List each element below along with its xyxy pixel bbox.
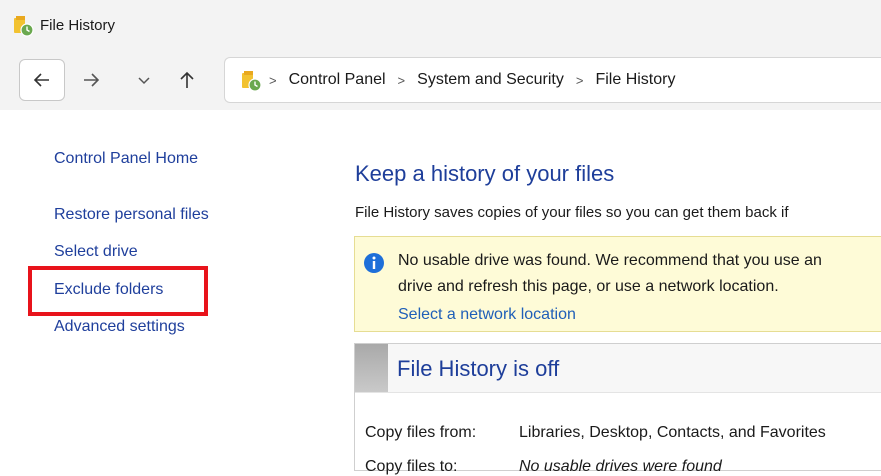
chevron-down-icon [138,77,150,85]
sidebar: Control Panel Home Restore personal file… [0,110,320,471]
arrow-right-icon [84,73,100,87]
status-panel: File History is off Copy files from: Lib… [354,343,881,475]
sidebar-item-advanced-settings[interactable]: Advanced settings [54,318,185,336]
breadcrumb-separator: > [269,72,277,88]
arrow-up-icon [180,71,194,88]
copy-files-to-label: Copy files to: [365,458,458,475]
page-title: Keep a history of your files [355,161,615,186]
info-message-line1: No usable drive was found. We recommend … [398,252,822,269]
breadcrumb: > Control Panel > System and Security > … [269,58,687,102]
info-icon [364,253,384,273]
sidebar-item-select-drive[interactable]: Select drive [54,243,138,261]
status-header: File History is off [355,344,881,393]
sidebar-item-restore-personal-files[interactable]: Restore personal files [54,206,209,224]
back-button[interactable] [19,59,65,101]
status-title: File History is off [397,356,560,381]
select-network-location-link[interactable]: Select a network location [398,306,576,324]
up-button[interactable] [176,69,198,91]
info-banner: No usable drive was found. We recommend … [354,236,881,332]
breadcrumb-system-and-security[interactable]: System and Security [417,71,564,89]
sidebar-item-control-panel-home[interactable]: Control Panel Home [54,150,198,168]
title-bar: File History [0,0,881,50]
recent-locations-button[interactable] [133,69,155,91]
copy-files-to-value: No usable drives were found [519,458,722,475]
navigation-bar: > Control Panel > System and Security > … [0,50,881,110]
breadcrumb-control-panel[interactable]: Control Panel [289,71,386,89]
window-title: File History [40,17,116,34]
breadcrumb-file-history[interactable]: File History [595,71,675,89]
address-bar[interactable]: > Control Panel > System and Security > … [224,57,881,103]
highlight-box [28,266,208,316]
file-history-icon [242,71,262,92]
file-history-icon [14,16,34,37]
page-description: File History saves copies of your files … [355,204,789,221]
breadcrumb-separator: > [397,72,406,88]
copy-files-from-label: Copy files from: [365,424,477,441]
status-header-bar [355,344,388,392]
forward-button[interactable] [80,69,102,91]
info-message-line2: drive and refresh this page, or use a ne… [398,278,779,295]
arrow-left-icon [33,73,49,87]
copy-files-from-value: Libraries, Desktop, Contacts, and Favori… [519,424,826,441]
breadcrumb-separator: > [575,72,584,88]
